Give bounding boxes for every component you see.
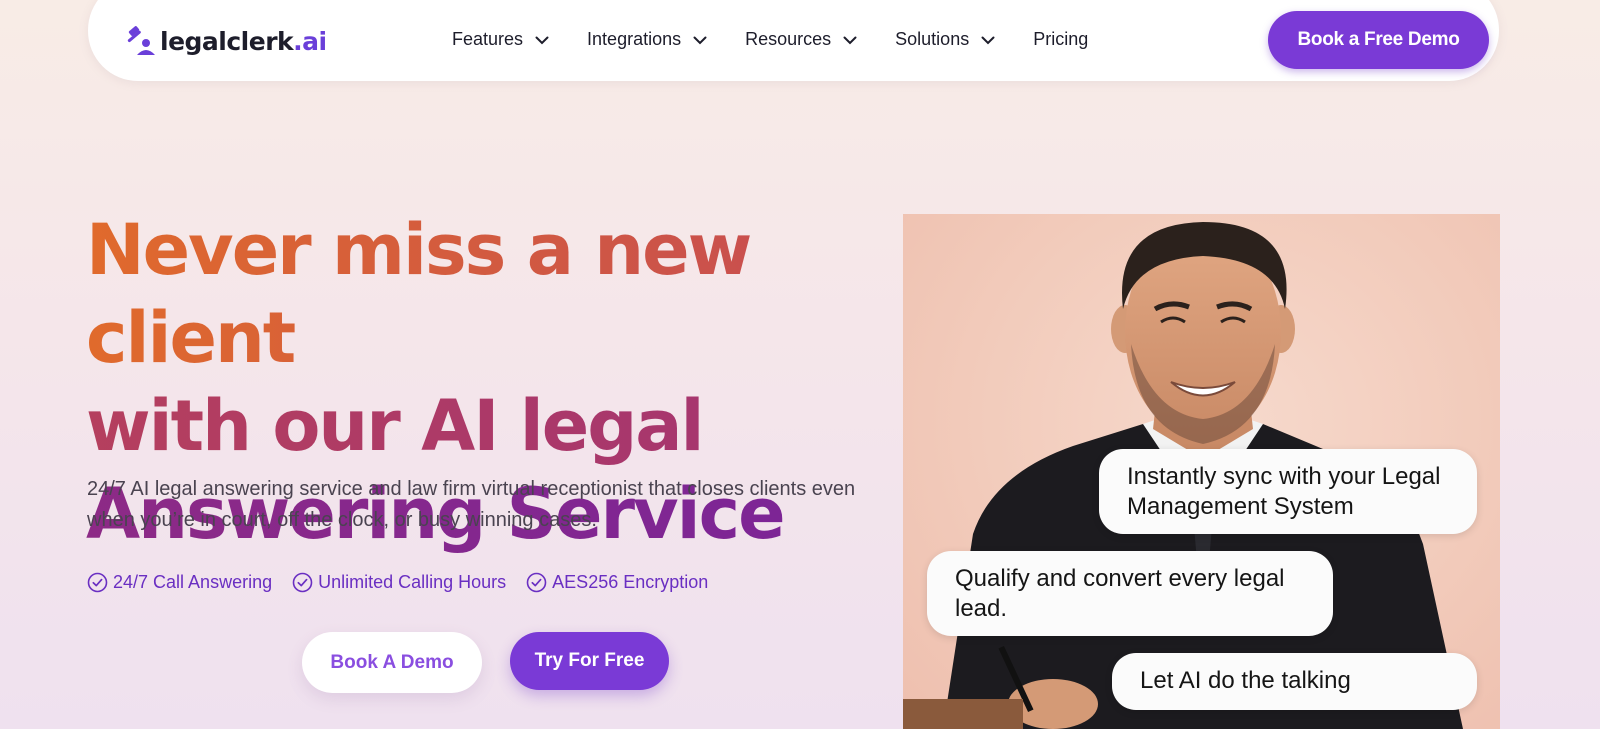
chevron-down-icon <box>981 29 995 50</box>
feature-label: Unlimited Calling Hours <box>318 572 507 592</box>
chevron-down-icon <box>843 29 857 50</box>
gavel-person-icon <box>127 26 155 55</box>
nav-item-pricing[interactable]: Pricing <box>1033 29 1088 50</box>
nav-item-label: Pricing <box>1033 29 1089 49</box>
nav-item-integrations[interactable]: Integrations <box>587 29 707 50</box>
hero-title-line-2: with our AI legal <box>86 382 906 470</box>
logo-suffix: .ai <box>293 26 327 56</box>
book-demo-button[interactable]: Book A Demo <box>302 632 482 693</box>
logo[interactable]: legalclerk .ai <box>124 25 327 57</box>
chat-bubble-sync: Instantly sync with your Legal Managemen… <box>1099 449 1477 534</box>
nav-item-resources[interactable]: Resources <box>745 29 857 50</box>
nav-links: Features Integrations Resources Solution… <box>452 29 1126 50</box>
feature-label: AES256 Encryption <box>552 572 709 592</box>
top-navbar: legalclerk .ai Features Integrations Reso… <box>88 0 1499 81</box>
nav-item-label: Features <box>452 29 524 49</box>
check-circle-icon <box>292 572 313 593</box>
feature-label: 24/7 Call Answering <box>113 572 273 592</box>
book-free-demo-button[interactable]: Book a Free Demo <box>1268 11 1489 69</box>
chat-bubble-qualify: Qualify and convert every legal lead. <box>927 551 1333 636</box>
feature-item: AES256 Encryption <box>526 572 708 593</box>
try-for-free-button[interactable]: Try For Free <box>510 632 669 690</box>
chevron-down-icon <box>693 29 707 50</box>
chevron-down-icon <box>535 29 549 50</box>
hero-subtitle: 24/7 AI legal answering service and law … <box>87 478 856 531</box>
feature-item: Unlimited Calling Hours <box>292 572 506 593</box>
logo-text: legalclerk <box>160 26 294 56</box>
nav-item-label: Resources <box>745 29 832 49</box>
nav-item-label: Integrations <box>587 29 682 49</box>
check-circle-icon <box>87 572 108 593</box>
nav-item-label: Solutions <box>895 29 970 49</box>
chat-bubble-talking: Let AI do the talking <box>1112 653 1477 710</box>
check-circle-icon <box>526 572 547 593</box>
feature-item: 24/7 Call Answering <box>87 572 272 593</box>
nav-item-features[interactable]: Features <box>452 29 549 50</box>
hero-title-line-1: Never miss a new client <box>86 206 906 382</box>
nav-item-solutions[interactable]: Solutions <box>895 29 995 50</box>
feature-list: 24/7 Call Answering Unlimited Calling Ho… <box>87 572 728 593</box>
